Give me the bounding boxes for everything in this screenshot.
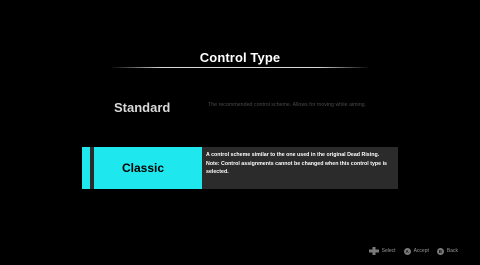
page-title: Control Type [199, 50, 281, 65]
hint-select[interactable]: Select [368, 247, 396, 255]
hint-back[interactable]: B Back [436, 247, 458, 255]
hint-accept-label: Accept [413, 248, 429, 254]
hint-select-label: Select [381, 248, 396, 254]
a-button-icon: A [403, 247, 411, 255]
option-standard-description: The recommended control scheme. Allows f… [208, 102, 367, 108]
option-classic-description: A control scheme similar to the one used… [206, 151, 394, 177]
button-hints: Select A Accept B Back [361, 246, 458, 256]
option-classic-note: Note: Control assignments cannot be chan… [206, 160, 387, 176]
hint-back-label: Back [446, 248, 458, 254]
option-standard[interactable]: Standard The recommended control scheme.… [82, 93, 398, 123]
option-classic-description-text: A control scheme similar to the one used… [206, 152, 380, 158]
dpad-icon [368, 247, 379, 255]
option-classic-highlight: Classic [94, 147, 202, 189]
hint-accept[interactable]: A Accept [403, 247, 429, 255]
selection-indicator [82, 147, 90, 189]
title-divider [110, 67, 370, 68]
option-classic[interactable]: Classic A control scheme similar to the … [82, 147, 398, 189]
option-classic-label: Classic [122, 161, 165, 175]
option-standard-label: Standard [114, 100, 171, 115]
b-button-icon: B [436, 247, 444, 255]
